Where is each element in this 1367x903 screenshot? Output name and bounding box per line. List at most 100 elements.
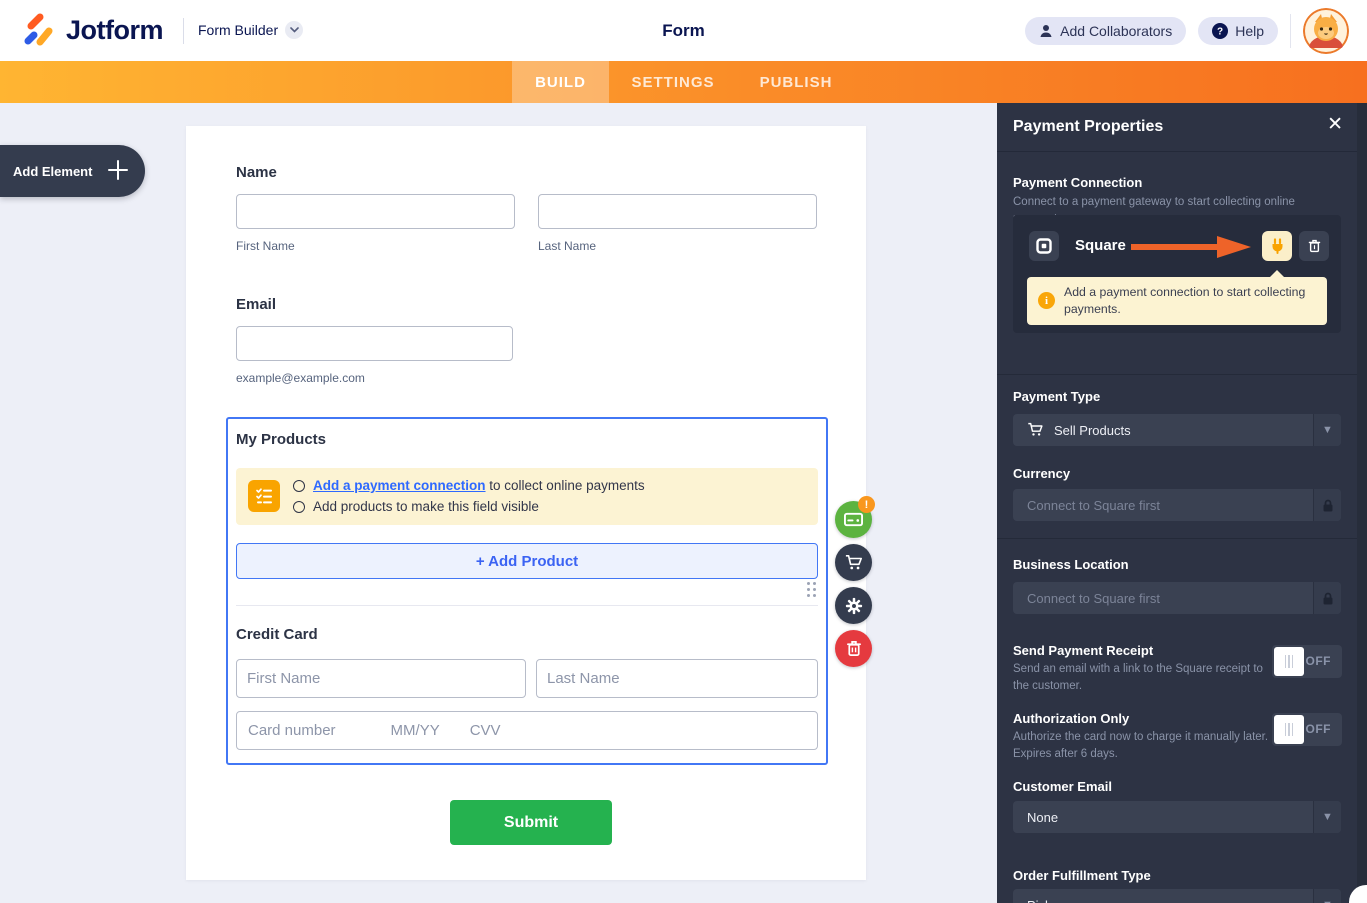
- tooltip-caret: [1269, 270, 1285, 278]
- element-settings-button[interactable]: [835, 587, 872, 624]
- add-collaborators-label: Add Collaborators: [1060, 22, 1173, 39]
- alert-line1-rest: to collect online payments: [485, 478, 645, 493]
- tooltip-text: Add a payment connection to start collec…: [1064, 285, 1306, 317]
- customer-email-label: Customer Email: [1013, 779, 1112, 794]
- lock-icon: [1313, 489, 1341, 521]
- toggle-state: OFF: [1305, 722, 1331, 736]
- payment-type-label: Payment Type: [1013, 389, 1101, 404]
- expiry-placeholder: MM/YY: [390, 722, 440, 739]
- annotation-arrow: [1131, 236, 1251, 258]
- currency-dropdown: Connect to Square first: [1013, 489, 1341, 521]
- products-button[interactable]: [835, 544, 872, 581]
- square-logo-icon: [1029, 231, 1059, 261]
- toggle-knob: [1274, 647, 1304, 676]
- name-field-label: Name: [236, 164, 277, 181]
- svg-text:?: ?: [1217, 26, 1223, 37]
- trash-icon: [1308, 239, 1320, 253]
- add-collaborators-button[interactable]: Add Collaborators: [1025, 16, 1187, 45]
- help-button[interactable]: ? Help: [1198, 16, 1278, 45]
- checklist-icon: [248, 480, 280, 512]
- drag-handle[interactable]: [807, 582, 820, 601]
- cc-first-name-input[interactable]: [236, 659, 526, 698]
- order-fulfillment-dropdown[interactable]: Pickup ▼: [1013, 889, 1341, 903]
- send-receipt-label: Send Payment Receipt: [1013, 643, 1154, 658]
- connection-tooltip: i Add a payment connection to start coll…: [1027, 270, 1327, 325]
- email-field-label: Email: [236, 296, 277, 313]
- tab-build[interactable]: BUILD: [512, 61, 609, 103]
- gateway-name: Square: [1075, 237, 1126, 254]
- payment-connection-card: Square i Add a payment connection to sta…: [1013, 215, 1341, 333]
- send-receipt-caption: Send an email with a link to the Square …: [1013, 663, 1263, 692]
- alert-line1: Add a payment connection to collect onli…: [313, 478, 645, 493]
- panel-title: Payment Properties: [1013, 118, 1164, 135]
- form-canvas: Add Element Name First Name Last Name Em…: [0, 103, 997, 903]
- panel-header: Payment Properties ✕: [997, 103, 1367, 152]
- app-header: Jotform Form Builder Form Add Collaborat…: [0, 0, 1367, 61]
- add-product-button[interactable]: + Add Product: [236, 543, 818, 579]
- products-label: My Products: [236, 431, 327, 448]
- payment-type-dropdown[interactable]: Sell Products ▼: [1013, 414, 1341, 446]
- business-location-label: Business Location: [1013, 557, 1129, 572]
- tab-settings[interactable]: SETTINGS: [609, 61, 737, 103]
- credit-card-icon: [844, 512, 863, 527]
- avatar[interactable]: [1303, 7, 1349, 54]
- email-input[interactable]: [236, 326, 513, 361]
- delete-element-button[interactable]: [835, 630, 872, 667]
- first-name-input[interactable]: [236, 194, 515, 229]
- chevron-down-icon: ▼: [1313, 801, 1341, 833]
- cc-last-name-input[interactable]: [536, 659, 818, 698]
- card-number-placeholder: Card number: [248, 722, 336, 739]
- connect-gateway-button[interactable]: [1262, 231, 1292, 261]
- bullet-circle-icon: [293, 500, 305, 513]
- business-location-value: Connect to Square first: [1027, 590, 1160, 606]
- products-payment-element[interactable]: My Products Add a payment connection to …: [226, 417, 828, 765]
- plug-icon: [1272, 238, 1282, 254]
- shopping-cart-icon: [1027, 422, 1044, 438]
- builder-nav: BUILD SETTINGS PUBLISH: [0, 61, 1367, 103]
- shopping-cart-icon: [845, 554, 862, 569]
- credit-card-label: Credit Card: [236, 626, 318, 643]
- order-fulfillment-value: Pickup: [1027, 898, 1066, 903]
- section-divider: [997, 538, 1367, 539]
- customer-email-dropdown[interactable]: None ▼: [1013, 801, 1341, 833]
- divider: [236, 605, 818, 606]
- currency-label: Currency: [1013, 466, 1071, 481]
- chevron-down-icon: ▼: [1313, 889, 1341, 903]
- add-element-button[interactable]: Add Element: [0, 145, 145, 197]
- person-icon: [1040, 24, 1052, 37]
- authorization-only-caption: Authorize the card now to charge it manu…: [1013, 731, 1269, 760]
- last-name-input[interactable]: [538, 194, 817, 229]
- close-icon[interactable]: ✕: [1327, 115, 1343, 134]
- customer-email-value: None: [1027, 809, 1059, 825]
- question-icon: ?: [1212, 22, 1229, 39]
- plus-icon: [108, 160, 128, 180]
- last-name-sublabel: Last Name: [538, 239, 597, 253]
- remove-gateway-button[interactable]: [1299, 231, 1329, 261]
- toggle-knob: [1274, 715, 1304, 744]
- authorization-only-toggle[interactable]: OFF: [1272, 713, 1342, 746]
- header-divider: [1290, 13, 1291, 48]
- payment-properties-panel: Payment Properties ✕ Payment Connection …: [997, 103, 1367, 903]
- card-number-input[interactable]: Card number MM/YY CVV: [236, 711, 818, 750]
- tab-publish[interactable]: PUBLISH: [737, 61, 855, 103]
- sidebar-scrollbar[interactable]: [1357, 103, 1367, 903]
- warning-badge: !: [858, 496, 875, 513]
- gear-icon: [845, 597, 862, 614]
- toggle-state: OFF: [1305, 654, 1331, 668]
- info-icon: i: [1038, 292, 1055, 309]
- form-card: Name First Name Last Name Email example@…: [186, 126, 866, 880]
- lock-icon: [1313, 582, 1341, 614]
- payment-warning-banner: Add a payment connection to collect onli…: [236, 468, 818, 525]
- authorization-only-label: Authorization Only: [1013, 711, 1130, 726]
- trash-icon: [846, 641, 861, 656]
- help-label: Help: [1235, 22, 1264, 39]
- add-payment-connection-link[interactable]: Add a payment connection: [313, 478, 486, 493]
- add-element-label: Add Element: [13, 163, 93, 179]
- submit-button[interactable]: Submit: [450, 800, 612, 845]
- alert-line2: Add products to make this field visible: [313, 499, 539, 514]
- order-fulfillment-label: Order Fulfillment Type: [1013, 868, 1151, 883]
- corner-bubble: [1349, 885, 1367, 903]
- email-sublabel: example@example.com: [236, 371, 365, 385]
- payment-connection-label: Payment Connection: [1013, 175, 1143, 190]
- send-receipt-toggle[interactable]: OFF: [1272, 645, 1342, 678]
